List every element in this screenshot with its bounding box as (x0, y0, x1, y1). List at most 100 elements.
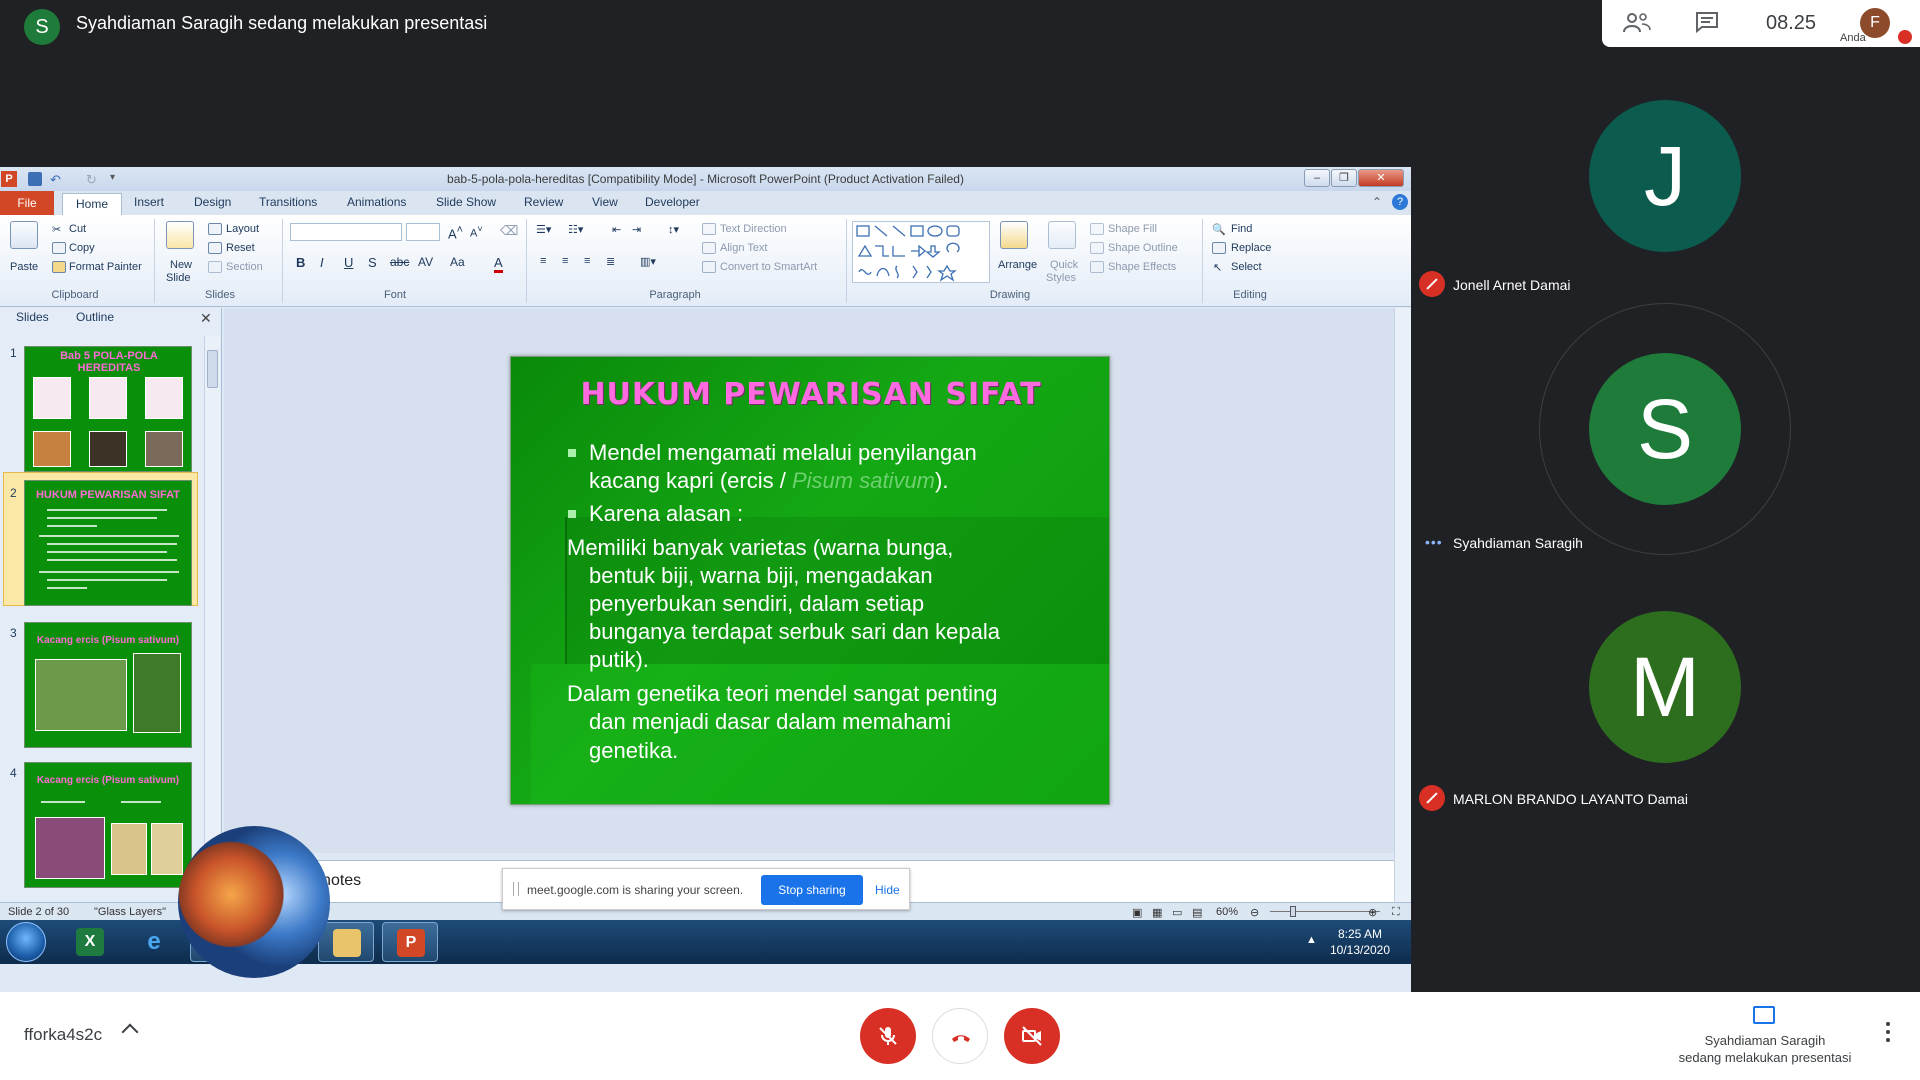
shape-fill-icon[interactable] (1090, 223, 1104, 235)
arrange-button[interactable]: Arrange (998, 259, 1037, 271)
reset-icon[interactable] (208, 242, 222, 254)
columns-icon[interactable]: ▥▾ (640, 255, 656, 268)
shrink-font-icon[interactable]: A˅ (470, 224, 483, 240)
zoom-level[interactable]: 60% (1216, 906, 1238, 918)
cut-button[interactable]: Cut (69, 223, 86, 235)
zoom-slider-track[interactable] (1270, 911, 1380, 912)
start-button-icon[interactable] (6, 922, 46, 962)
drag-handle-icon[interactable] (513, 882, 519, 896)
taskbar-explorer[interactable] (318, 922, 374, 962)
zoom-out-icon[interactable]: ⊖ (1250, 906, 1259, 919)
new-slide-label-2[interactable]: Slide (166, 272, 190, 284)
cut-icon[interactable]: ✂ (52, 223, 61, 236)
leave-call-button[interactable] (932, 1008, 988, 1064)
strikethrough-icon[interactable]: abc (390, 255, 409, 269)
tab-slide-show[interactable]: Slide Show (436, 195, 496, 209)
align-text-button[interactable]: Align Text (720, 242, 768, 254)
copy-button[interactable]: Copy (69, 242, 95, 254)
font-size-combo[interactable] (406, 223, 440, 241)
section-icon[interactable] (208, 261, 222, 273)
clear-formatting-icon[interactable]: ⌫ (500, 223, 518, 239)
slide-thumbnail-4[interactable]: Kacang ercis (Pisum sativum) (24, 762, 192, 888)
format-painter-icon[interactable] (52, 261, 66, 273)
tray-arrow-icon[interactable]: ▲ (1306, 934, 1317, 946)
hide-share-bar-link[interactable]: Hide (875, 883, 900, 897)
find-button[interactable]: Find (1231, 223, 1252, 235)
reading-view-icon[interactable]: ▭ (1172, 906, 1182, 919)
align-right-icon[interactable]: ≡ (584, 255, 590, 267)
reset-button[interactable]: Reset (226, 242, 255, 254)
shadow-icon[interactable]: S (368, 255, 377, 270)
text-direction-icon[interactable] (702, 223, 716, 235)
justify-icon[interactable]: ≣ (606, 255, 615, 268)
minimize-ribbon-icon[interactable]: ⌃ (1372, 195, 1382, 209)
quick-styles-icon[interactable] (1048, 221, 1076, 249)
tab-home[interactable]: Home (62, 193, 122, 215)
tab-review[interactable]: Review (524, 195, 563, 209)
thumbnails-scrollbar[interactable] (204, 336, 220, 898)
tab-view[interactable]: View (592, 195, 618, 209)
new-slide-label-1[interactable]: New (170, 259, 192, 271)
convert-smartart-button[interactable]: Convert to SmartArt (720, 261, 817, 273)
grow-font-icon[interactable]: A˄ (448, 224, 463, 241)
arrange-icon[interactable] (1000, 221, 1028, 249)
people-icon[interactable] (1622, 10, 1652, 36)
normal-view-icon[interactable]: ▣ (1132, 906, 1142, 919)
slide-sorter-icon[interactable]: ▦ (1152, 906, 1162, 919)
zoom-in-icon[interactable]: ⊕ (1368, 906, 1377, 919)
taskbar-powerpoint[interactable]: P (382, 922, 438, 962)
pane-tab-slides[interactable]: Slides (16, 310, 49, 324)
taskbar-internet-explorer[interactable]: e (126, 922, 182, 962)
section-button[interactable]: Section (226, 261, 263, 273)
select-icon[interactable]: ↖ (1213, 261, 1222, 274)
shape-outline-button[interactable]: Shape Outline (1108, 242, 1178, 254)
fit-to-window-icon[interactable]: ⛶ (1392, 906, 1400, 919)
taskbar-clock[interactable]: 8:25 AM 10/13/2020 (1320, 926, 1400, 958)
paste-icon[interactable] (10, 221, 38, 249)
find-icon[interactable]: 🔍 (1212, 223, 1226, 236)
align-left-icon[interactable]: ≡ (540, 255, 546, 267)
slide-thumbnail-3[interactable]: Kacang ercis (Pisum sativum) (24, 622, 192, 748)
current-slide[interactable]: HUKUM PEWARISAN SIFAT Mendel mengamati m… (510, 356, 1110, 805)
quick-styles-label-2[interactable]: Styles (1046, 272, 1076, 284)
increase-indent-icon[interactable]: ⇥ (632, 223, 641, 236)
char-spacing-icon[interactable]: AV (418, 255, 433, 269)
help-icon[interactable]: ? (1392, 194, 1408, 210)
font-color-icon[interactable]: A (494, 255, 503, 273)
zoom-slider-knob[interactable] (1290, 906, 1296, 917)
scrollbar-thumb[interactable] (207, 350, 218, 388)
paste-button[interactable]: Paste (10, 261, 38, 273)
select-button[interactable]: Select (1231, 261, 1262, 273)
replace-icon[interactable] (1212, 242, 1226, 254)
layout-icon[interactable] (208, 223, 222, 235)
more-options-icon[interactable] (1886, 1022, 1890, 1044)
quick-styles-label-1[interactable]: Quick (1050, 259, 1078, 271)
italic-icon[interactable]: I (320, 255, 324, 270)
align-text-icon[interactable] (702, 242, 716, 254)
minimize-button[interactable]: – (1304, 169, 1330, 187)
presenting-label[interactable]: Syahdiaman Saragih sedang melakukan pres… (1650, 1032, 1880, 1066)
bullets-icon[interactable]: ☰▾ (536, 223, 551, 236)
tab-developer[interactable]: Developer (645, 195, 700, 209)
restore-button[interactable]: ❐ (1331, 169, 1357, 187)
tab-transitions[interactable]: Transitions (259, 195, 317, 209)
line-spacing-icon[interactable]: ↕▾ (668, 223, 679, 236)
tab-design[interactable]: Design (194, 195, 231, 209)
new-slide-icon[interactable] (166, 221, 194, 249)
presentation-icon[interactable] (1753, 1006, 1775, 1024)
pane-tab-outline[interactable]: Outline (76, 310, 114, 324)
shape-effects-icon[interactable] (1090, 261, 1104, 273)
format-painter-button[interactable]: Format Painter (69, 261, 142, 273)
tab-animations[interactable]: Animations (347, 195, 406, 209)
mic-toggle-button[interactable] (860, 1008, 916, 1064)
underline-icon[interactable]: U (344, 255, 353, 270)
chat-icon[interactable] (1694, 10, 1724, 36)
decrease-indent-icon[interactable]: ⇤ (612, 223, 621, 236)
slide-thumbnail-2[interactable]: HUKUM PEWARISAN SIFAT (24, 480, 192, 606)
shape-fill-button[interactable]: Shape Fill (1108, 223, 1157, 235)
text-direction-button[interactable]: Text Direction (720, 223, 787, 235)
chevron-up-icon[interactable] (121, 1023, 139, 1041)
align-center-icon[interactable]: ≡ (562, 255, 568, 267)
smartart-icon[interactable] (702, 261, 716, 273)
copy-icon[interactable] (52, 242, 66, 254)
